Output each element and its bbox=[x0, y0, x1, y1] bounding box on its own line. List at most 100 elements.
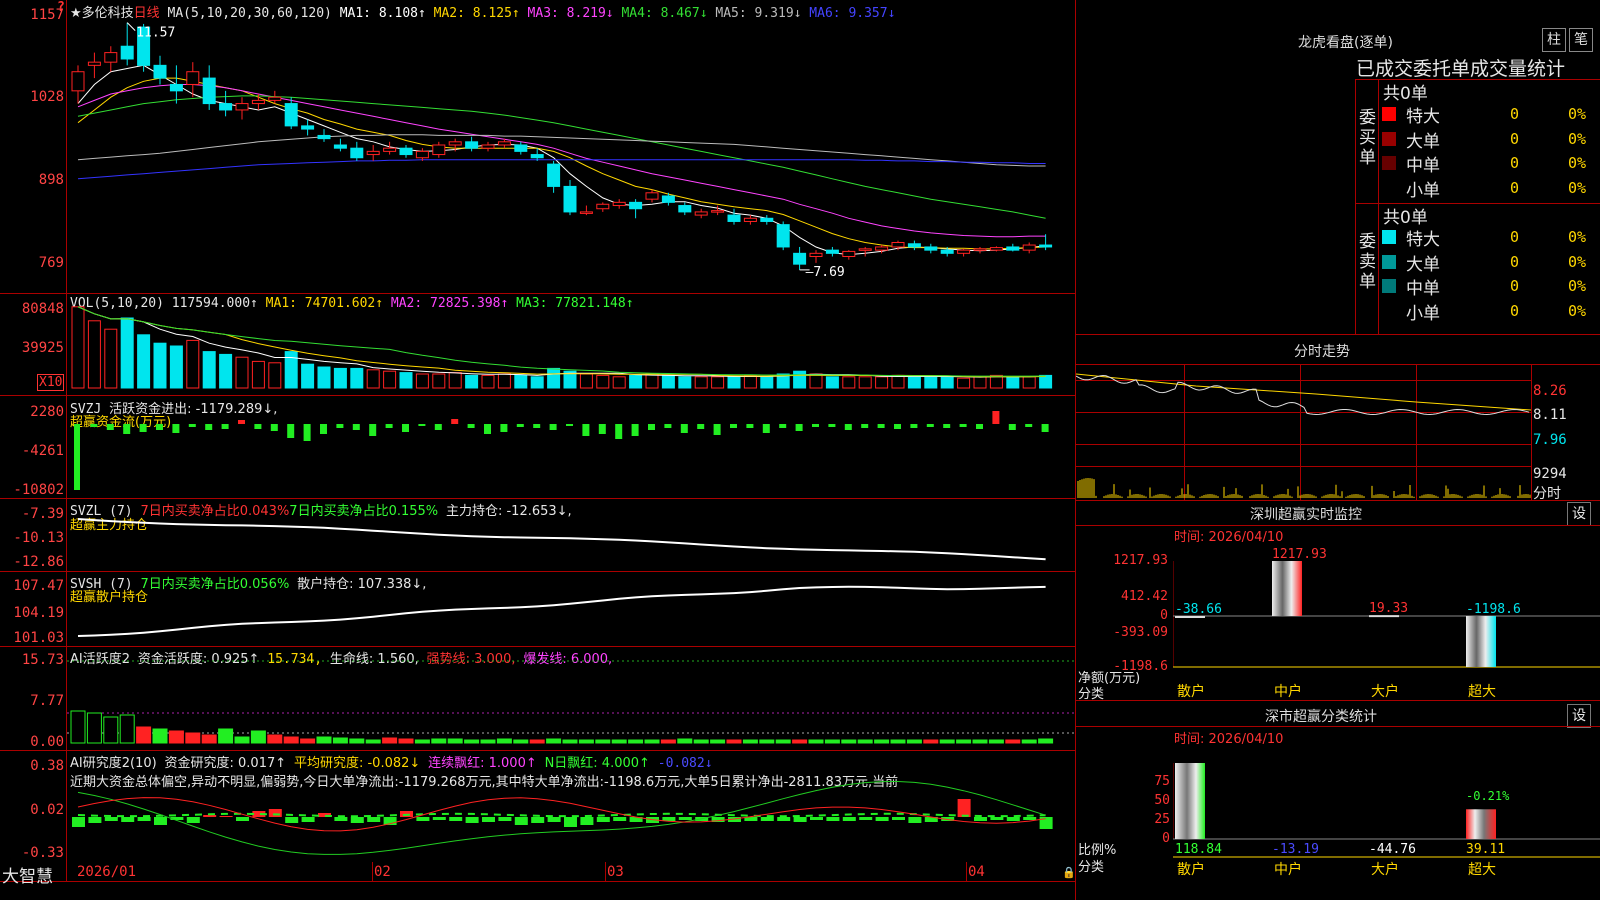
sz-class-category-label: 超大 bbox=[1468, 862, 1496, 878]
order-size-swatch bbox=[1382, 230, 1396, 244]
left-chart-area[interactable]: ? ★多伦科技日线 MA(5,10,20,30,60,120) MA1: 8.1… bbox=[0, 0, 1076, 900]
research-bar bbox=[482, 817, 495, 822]
volume-bar bbox=[186, 339, 200, 389]
svzj-bar bbox=[762, 424, 770, 433]
dragon-subtitle: 已成交委托单成交量统计 bbox=[1356, 58, 1566, 80]
activity-bar bbox=[562, 739, 578, 744]
order-count: 0 bbox=[1510, 228, 1520, 246]
volume-bar bbox=[251, 360, 265, 389]
ai2-y-tick: 0.00 bbox=[30, 734, 64, 750]
candle bbox=[645, 192, 659, 200]
activity-bar bbox=[513, 739, 529, 744]
intraday-price-tick: 8.11 bbox=[1533, 407, 1567, 423]
sz-monitor-chart[interactable]: -38.66 散户 1217.93 中户 19.33 大户 -1198.6 超大 bbox=[1173, 545, 1600, 700]
candle bbox=[924, 246, 938, 251]
order-size-label: 中单 bbox=[1406, 156, 1440, 176]
sz-class-xlabel: 分类 bbox=[1078, 860, 1105, 875]
order-percent: 0% bbox=[1568, 252, 1587, 271]
volume-bar bbox=[711, 376, 725, 389]
volume-bar bbox=[1006, 376, 1020, 389]
activity-bar bbox=[332, 737, 348, 744]
volume-bar bbox=[448, 372, 462, 389]
order-percent: 0% bbox=[1568, 129, 1587, 148]
research-bar bbox=[432, 817, 446, 820]
candle bbox=[465, 141, 479, 149]
volume-bar bbox=[530, 376, 544, 389]
tab-bar-chart[interactable]: 柱 bbox=[1542, 28, 1566, 52]
svsh-line bbox=[77, 585, 1046, 637]
candle bbox=[481, 144, 495, 149]
svzj-bar bbox=[943, 424, 951, 428]
tab-tick-chart[interactable]: 笔 bbox=[1569, 28, 1593, 52]
lock-icon[interactable]: 🔒 bbox=[1062, 866, 1076, 879]
research-bar bbox=[72, 817, 85, 827]
ma-line bbox=[77, 159, 1046, 180]
candle bbox=[1039, 244, 1053, 248]
candle bbox=[694, 211, 708, 216]
sz-monitor-settings-button[interactable]: 设 bbox=[1567, 502, 1591, 526]
candle bbox=[678, 205, 692, 213]
volume-bar bbox=[481, 374, 495, 389]
price-y-tick: 1028 bbox=[30, 89, 64, 105]
candle bbox=[251, 99, 265, 105]
order-percent: 0% bbox=[1568, 301, 1587, 320]
candle bbox=[661, 195, 675, 203]
svzl-chart[interactable] bbox=[67, 499, 1075, 571]
order-count: 0 bbox=[1510, 301, 1520, 320]
sz-class-y-tick: 25 bbox=[1154, 812, 1170, 827]
candle bbox=[957, 249, 971, 254]
candle bbox=[825, 249, 839, 254]
sz-monitor-y-tick: 412.42 bbox=[1121, 589, 1168, 605]
footer-brand[interactable]: 大智慧 bbox=[2, 862, 53, 887]
svsh-chart[interactable] bbox=[67, 572, 1075, 646]
sz-class-settings-button[interactable]: 设 bbox=[1567, 704, 1591, 728]
svsh-y-tick: 104.19 bbox=[13, 605, 64, 621]
ai-research-chart[interactable] bbox=[67, 751, 1075, 881]
ai-activity-chart[interactable] bbox=[67, 647, 1075, 750]
volume-bar bbox=[940, 376, 954, 389]
svzj-bar bbox=[303, 424, 311, 441]
volume-bar bbox=[333, 367, 347, 389]
volume-bar bbox=[432, 373, 446, 389]
volume-bar bbox=[202, 351, 216, 389]
candle bbox=[333, 144, 347, 149]
svzj-bar bbox=[500, 424, 508, 432]
activity-bar bbox=[447, 738, 463, 744]
high-price-label: 11.57 bbox=[136, 26, 175, 41]
sz-monitor-value-label: 1217.93 bbox=[1272, 547, 1327, 562]
volume-bar bbox=[678, 376, 692, 389]
volume-chart[interactable] bbox=[67, 294, 1075, 395]
research-bar bbox=[498, 817, 512, 821]
sz-monitor-value-label: -1198.6 bbox=[1466, 602, 1521, 617]
activity-bar bbox=[70, 710, 86, 744]
right-panel: 龙虎看盘(逐单) 柱 笔 已成交委托单成交量统计 委买单 委卖单 共0单 共0单… bbox=[1076, 0, 1600, 900]
order-size-label: 大单 bbox=[1406, 254, 1440, 275]
sz-class-bar bbox=[1175, 763, 1205, 839]
candlestick-chart[interactable]: 11.57 —7.69 bbox=[67, 0, 1075, 293]
svzj-bar bbox=[74, 424, 80, 490]
volume-bar bbox=[268, 362, 282, 389]
candle bbox=[776, 224, 790, 248]
svzj-bar bbox=[270, 424, 278, 431]
research-bar bbox=[810, 817, 823, 820]
candle bbox=[973, 248, 987, 251]
svzj-bar bbox=[680, 424, 688, 433]
buy-total: 共0单 bbox=[1383, 84, 1428, 104]
sz-class-chart[interactable]: 118.84 散户 -13.19 中户 -44.76 大户 39.11 超大 -0.21% bbox=[1173, 745, 1600, 900]
volume-bar bbox=[547, 367, 561, 389]
activity-bar bbox=[660, 739, 676, 744]
activity-bar bbox=[939, 739, 955, 744]
intraday-chart[interactable] bbox=[1076, 364, 1531, 500]
svzj-bar bbox=[598, 424, 606, 434]
volume-bar bbox=[694, 376, 708, 389]
activity-bar bbox=[86, 712, 102, 744]
svzj-chart[interactable] bbox=[67, 396, 1075, 498]
sz-class-title: 深市超赢分类统计 bbox=[1265, 709, 1377, 725]
volume-bar bbox=[973, 376, 987, 389]
svzj-bar bbox=[221, 424, 229, 429]
volume-y-tick: 39925 bbox=[21, 340, 64, 356]
candle bbox=[497, 141, 511, 146]
volume-bar bbox=[858, 376, 872, 389]
order-count: 0 bbox=[1510, 129, 1520, 148]
research-y-tick: 0.02 bbox=[30, 802, 64, 818]
